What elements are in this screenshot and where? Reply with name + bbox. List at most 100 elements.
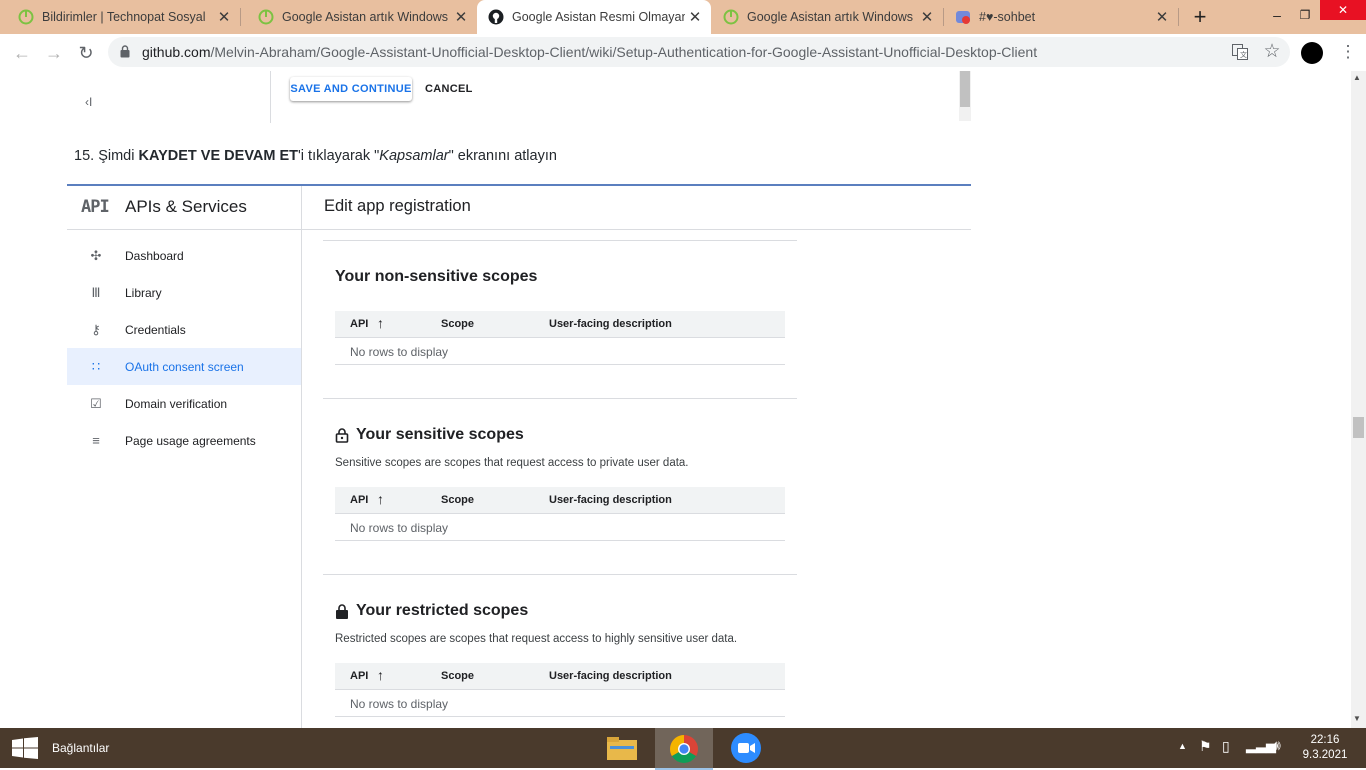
volume-icon[interactable]: 🔊︎: [1272, 737, 1281, 754]
nav-label: Credentials: [125, 322, 186, 337]
show-hidden-icons-icon[interactable]: ▲: [1178, 741, 1187, 751]
section-description: Sensitive scopes are scopes that request…: [335, 457, 689, 469]
step-before: Şimdi: [98, 148, 135, 164]
battery-icon[interactable]: ▯: [1222, 738, 1230, 755]
col-scope: Scope: [441, 494, 475, 506]
empty-text: No rows to display: [350, 697, 449, 711]
col-description: User-facing description: [549, 318, 672, 330]
cancel-button[interactable]: CANCEL: [425, 83, 473, 95]
close-tab-icon[interactable]: ✕: [451, 8, 471, 26]
col-description: User-facing description: [549, 494, 672, 506]
scroll-up-arrow-icon[interactable]: ▲: [1353, 73, 1361, 82]
windows-start-icon[interactable]: [12, 737, 38, 759]
table-header: API ↑ Scope User-facing description: [335, 663, 785, 690]
github-icon: [488, 9, 504, 25]
step-15-text: 15. Şimdi KAYDET VE DEVAM ET'i tıklayara…: [74, 148, 557, 164]
restore-button[interactable]: ❐: [1290, 0, 1320, 30]
tab-1[interactable]: Bildirimler | Technopat Sosyal ✕: [0, 0, 240, 34]
clock[interactable]: 22:16 9.3.2021: [1300, 733, 1350, 763]
close-window-button[interactable]: ✕: [1320, 0, 1366, 20]
lock-filled-icon: [336, 603, 348, 619]
col-api[interactable]: API: [350, 670, 368, 682]
nav-item-domain-verification[interactable]: ☑ Domain verification: [67, 385, 301, 422]
settings-list-icon: ≡: [92, 433, 100, 448]
close-tab-icon[interactable]: ✕: [685, 8, 705, 26]
zoom-icon[interactable]: [731, 733, 761, 763]
forward-icon[interactable]: →: [42, 41, 66, 65]
tab-title: #♥-sohbet: [979, 10, 1036, 24]
collapse-nav-icon[interactable]: ‹I: [85, 95, 92, 109]
empty-text: No rows to display: [350, 345, 449, 359]
nav-label: Dashboard: [125, 248, 184, 263]
translate-icon[interactable]: 文: [1232, 44, 1248, 60]
col-scope: Scope: [441, 318, 475, 330]
nav-item-dashboard[interactable]: ✣ Dashboard: [67, 237, 301, 274]
url-text: github.com/Melvin-Abraham/Google-Assista…: [142, 44, 1037, 60]
sort-arrow-up-icon[interactable]: ↑: [377, 315, 384, 331]
tab-5[interactable]: #♥-sohbet ✕: [943, 0, 1178, 34]
nav-item-library[interactable]: Ⅲ Library: [67, 274, 301, 311]
back-icon[interactable]: ←: [10, 41, 34, 65]
bookmark-star-icon[interactable]: ☆: [1260, 39, 1284, 63]
minimize-button[interactable]: –: [1262, 0, 1292, 30]
menu-dots-icon[interactable]: ⋮: [1336, 40, 1360, 64]
clock-time: 22:16: [1310, 734, 1340, 746]
nav-label: Library: [125, 285, 162, 300]
product-title: APIs & Services: [125, 197, 247, 216]
page-title: Edit app registration: [324, 197, 471, 215]
library-icon: Ⅲ: [91, 284, 101, 300]
tab-strip: Bildirimler | Technopat Sosyal ✕ Google …: [0, 0, 1366, 34]
col-scope: Scope: [441, 670, 475, 682]
nav-item-page-usage[interactable]: ≡ Page usage agreements: [67, 422, 301, 459]
links-toolbar-label[interactable]: Bağlantılar: [52, 741, 109, 755]
step-number: 15.: [74, 148, 95, 164]
sort-arrow-up-icon[interactable]: ↑: [377, 667, 384, 683]
console-screenshot: API APIs & Services Edit app registratio…: [0, 186, 1351, 728]
api-logo: API: [81, 197, 110, 217]
inner-scrollbar[interactable]: [959, 71, 971, 121]
url-path: /Melvin-Abraham/Google-Assistant-Unoffic…: [210, 44, 1038, 60]
reload-icon[interactable]: ↻: [74, 41, 98, 65]
close-tab-icon[interactable]: ✕: [917, 8, 937, 26]
nav-label: Page usage agreements: [125, 433, 256, 448]
save-and-continue-button[interactable]: SAVE AND CONTINUE: [290, 77, 412, 101]
nav-label: Domain verification: [125, 396, 228, 411]
nav-item-credentials[interactable]: ⚷ Credentials: [67, 311, 301, 348]
close-tab-icon[interactable]: ✕: [1152, 8, 1172, 26]
section-title-sensitive: Your sensitive scopes: [335, 426, 524, 444]
key-icon: ⚷: [91, 321, 101, 337]
nav-item-oauth-consent[interactable]: ∷ OAuth consent screen: [67, 348, 301, 385]
col-api[interactable]: API: [350, 318, 368, 330]
section-title-text: Your sensitive scopes: [356, 426, 524, 443]
lock-icon[interactable]: [120, 45, 130, 58]
technopat-icon: [18, 9, 34, 25]
tab-title: Google Asistan Resmi Olmayan: [512, 10, 685, 24]
page-scrollbar[interactable]: ▲ ▼: [1351, 71, 1366, 728]
tab-title: Google Asistan artık Windows 1: [747, 10, 917, 24]
section-title-non-sensitive: Your non-sensitive scopes: [335, 268, 538, 285]
url-host: github.com: [142, 44, 211, 60]
scroll-down-arrow-icon[interactable]: ▼: [1353, 714, 1361, 723]
new-tab-button[interactable]: +: [1186, 1, 1214, 33]
sort-arrow-up-icon[interactable]: ↑: [377, 491, 384, 507]
file-explorer-icon[interactable]: [606, 734, 638, 762]
close-tab-icon[interactable]: ✕: [214, 8, 234, 26]
col-api[interactable]: API: [350, 494, 368, 506]
chrome-icon: [670, 735, 698, 763]
profile-avatar[interactable]: [1301, 42, 1323, 64]
dashboard-icon: ✣: [90, 247, 102, 263]
empty-row: No rows to display: [335, 690, 785, 717]
tab-2[interactable]: Google Asistan artık Windows 1 ✕: [240, 0, 477, 34]
tab-3-active[interactable]: Google Asistan Resmi Olmayan ✕: [477, 0, 711, 34]
action-center-flag-icon[interactable]: ⚑: [1199, 738, 1212, 755]
empty-row: No rows to display: [335, 514, 785, 541]
empty-row: No rows to display: [335, 338, 785, 365]
step-after-bold: 'i tıklayarak ": [298, 148, 380, 164]
address-bar[interactable]: github.com/Melvin-Abraham/Google-Assista…: [108, 37, 1290, 67]
chrome-taskbar-button[interactable]: [655, 728, 713, 770]
nav-label: OAuth consent screen: [125, 359, 244, 374]
scrollbar-thumb[interactable]: [1353, 417, 1364, 438]
step-end: " ekranını atlayın: [448, 148, 557, 164]
tab-4[interactable]: Google Asistan artık Windows 1 ✕: [711, 0, 943, 34]
empty-text: No rows to display: [350, 521, 449, 535]
